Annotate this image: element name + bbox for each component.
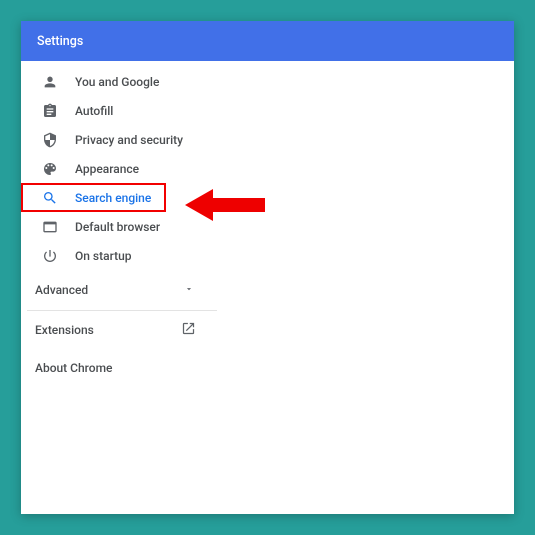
sidebar-item-label: You and Google — [75, 75, 159, 89]
sidebar-item-label: Search engine — [75, 191, 151, 205]
sidebar-item-label: Autofill — [75, 104, 113, 118]
sidebar-item-extensions[interactable]: Extensions — [21, 311, 216, 349]
assignment-icon — [41, 102, 59, 120]
search-icon — [41, 189, 59, 207]
sidebar-item-label: Default browser — [75, 220, 160, 234]
sidebar-item-privacy-security[interactable]: Privacy and security — [21, 125, 514, 154]
palette-icon — [41, 160, 59, 178]
sidebar-item-label: Appearance — [75, 162, 139, 176]
shield-icon — [41, 131, 59, 149]
sidebar-item-on-startup[interactable]: On startup — [21, 241, 514, 270]
advanced-toggle[interactable]: Advanced — [21, 270, 216, 310]
sidebar-item-label: On startup — [75, 249, 132, 263]
page-title: Settings — [37, 34, 83, 49]
sidebar-item-about-chrome[interactable]: About Chrome — [21, 349, 216, 387]
titlebar: Settings — [21, 21, 514, 61]
browser-icon — [41, 218, 59, 236]
power-icon — [41, 247, 59, 265]
about-label: About Chrome — [35, 361, 112, 375]
extensions-label: Extensions — [35, 323, 94, 337]
sidebar-nav: You and Google Autofill Privacy and secu… — [21, 61, 514, 270]
sidebar-item-autofill[interactable]: Autofill — [21, 96, 514, 125]
sidebar-item-you-and-google[interactable]: You and Google — [21, 67, 514, 96]
chevron-down-icon — [184, 283, 194, 297]
person-icon — [41, 73, 59, 91]
content: You and Google Autofill Privacy and secu… — [21, 61, 514, 514]
sidebar-item-appearance[interactable]: Appearance — [21, 154, 514, 183]
settings-window: Settings You and Google Autofill Privacy — [21, 21, 514, 514]
sidebar-item-search-engine[interactable]: Search engine — [21, 183, 166, 212]
open-in-new-icon — [181, 321, 196, 339]
advanced-label: Advanced — [35, 283, 88, 297]
sidebar-item-default-browser[interactable]: Default browser — [21, 212, 514, 241]
sidebar-item-label: Privacy and security — [75, 133, 183, 147]
